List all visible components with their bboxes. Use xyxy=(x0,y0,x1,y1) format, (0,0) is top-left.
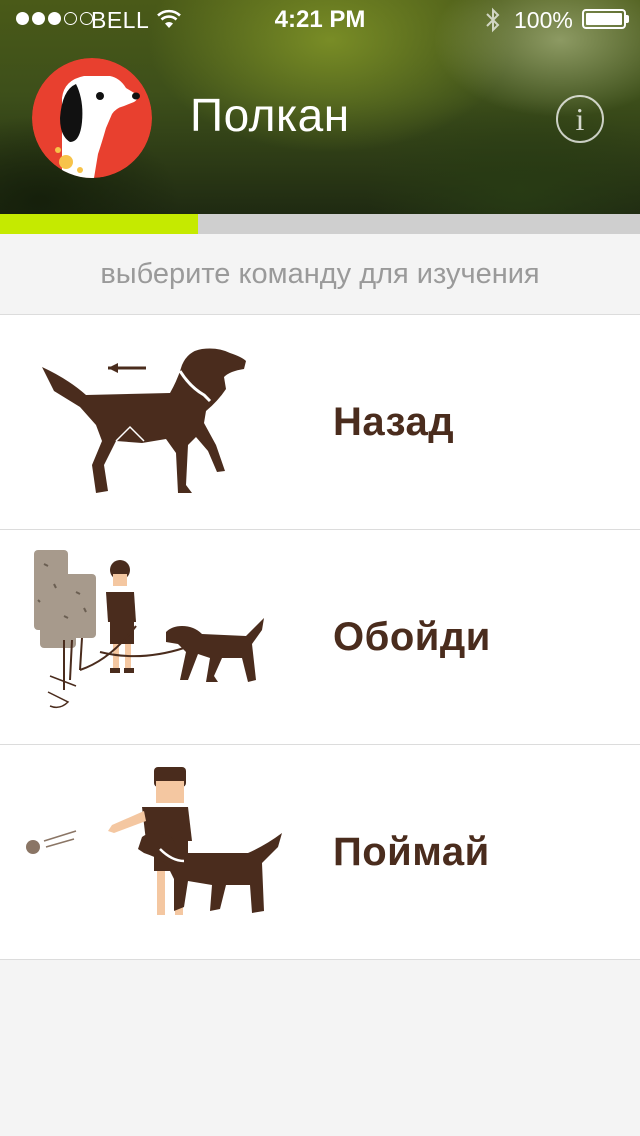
bluetooth-icon xyxy=(486,7,500,33)
dog-walking-back-icon xyxy=(42,348,246,493)
dog-face-icon xyxy=(32,58,152,178)
man-dog-tree-icon xyxy=(34,550,264,709)
pet-avatar[interactable] xyxy=(32,58,152,178)
status-bar: BELL 4:21 PM 100% xyxy=(0,0,640,40)
training-progress-bar xyxy=(0,214,640,234)
battery-percent: 100% xyxy=(514,7,573,33)
subtitle: выберите команду для изучения xyxy=(0,234,640,315)
pet-name: Полкан xyxy=(190,89,350,141)
battery-icon xyxy=(582,9,626,29)
command-list: Назад Обойди Поймай xyxy=(0,315,640,960)
info-button[interactable]: i xyxy=(556,95,604,143)
header: BELL 4:21 PM 100% Полкан i xyxy=(0,0,640,214)
command-row-nazad[interactable]: Назад xyxy=(0,315,640,530)
command-row-oboidi[interactable]: Обойди xyxy=(0,530,640,745)
command-row-poimai[interactable]: Поймай xyxy=(0,745,640,960)
command-label-oboidi: Обойди xyxy=(333,615,491,659)
command-label-poimai: Поймай xyxy=(333,830,490,874)
training-progress-fill xyxy=(0,214,199,234)
command-label-nazad: Назад xyxy=(333,400,455,444)
man-dog-ball-icon xyxy=(26,767,282,915)
